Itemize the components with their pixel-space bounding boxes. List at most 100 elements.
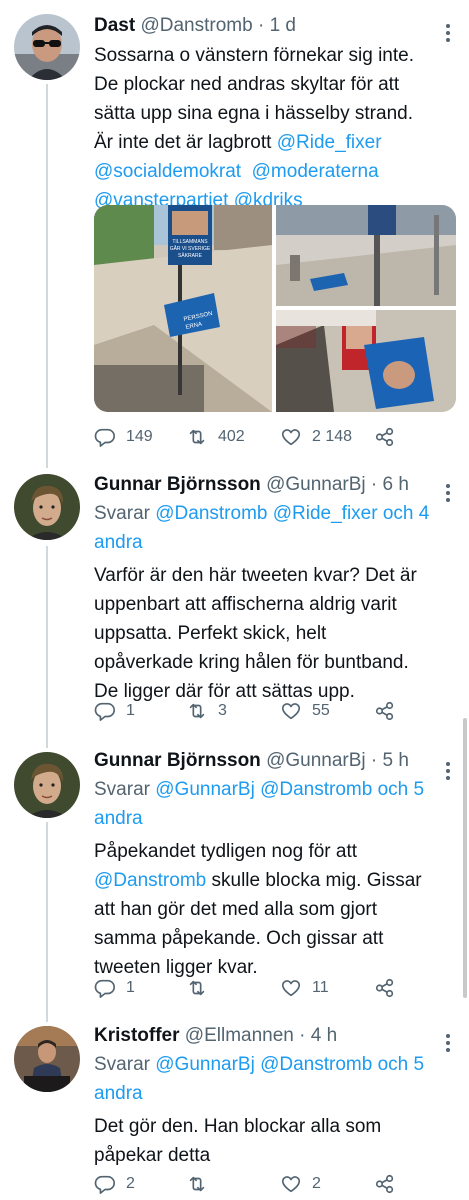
text-line: andra [94, 1079, 449, 1108]
handle[interactable]: @GunnarBj [266, 474, 366, 495]
mention-link[interactable]: @moderaterna [252, 161, 379, 182]
display-name[interactable]: Dast [94, 15, 135, 36]
share-button[interactable] [374, 699, 406, 723]
reply-button[interactable]: 2 [94, 1172, 135, 1196]
share-icon [375, 427, 394, 447]
more-icon[interactable] [445, 484, 451, 502]
text-line: Det gör den. Han blockar alla som [94, 1112, 449, 1141]
mention-link[interactable]: @Ride_fixer [277, 132, 382, 153]
text-line: Påpekandet tydligen nog för att [94, 837, 449, 866]
replying-to: Svarar @GunnarBj @Danstromb och 5 andra [94, 1050, 449, 1108]
text-segment: samma påpekande. Och gissar att [94, 928, 384, 949]
share-button[interactable] [374, 425, 406, 449]
reply-button[interactable]: 149 [94, 425, 153, 449]
text-line: att han gör det med alla som gjort [94, 895, 449, 924]
text-segment: Det gör den. Han blockar alla som [94, 1116, 382, 1137]
text-segment: sätta upp sina egna i hässelby strand. [94, 103, 413, 124]
tweet-text: Varför är den här tweeten kvar? Det är up… [94, 561, 449, 706]
text-segment: Svarar [94, 1054, 156, 1075]
media-grid[interactable]: TILLSAMMANS GÅR VI SVERIGE SÄKRARE PERSS… [94, 205, 456, 412]
share-button[interactable] [374, 1172, 406, 1196]
like-count: 2 148 [312, 428, 353, 445]
tweet-header: Gunnar Björnsson @GunnarBj · 6 h [94, 473, 449, 497]
text-line: Svarar @GunnarBj @Danstromb och 5 [94, 1050, 449, 1079]
tweet[interactable]: Gunnar Björnsson @GunnarBj · 6 h Svarar … [0, 462, 469, 738]
tweet[interactable]: Kristoffer @Ellmannen · 4 h Svarar @Gunn… [0, 1016, 469, 1200]
text-line: Är inte det är lagbrott @Ride_fixer [94, 128, 449, 157]
text-segment: Varför är den här tweeten kvar? Det är [94, 565, 417, 586]
reply-icon [94, 1175, 115, 1194]
display-name[interactable]: Gunnar Björnsson [94, 750, 261, 771]
tweet-text: Påpekandet tydligen nog för att @Danstrom… [94, 837, 449, 982]
mention-link[interactable]: andra [94, 1083, 143, 1104]
tweet-actions: 149 402 2 148 [94, 425, 404, 449]
mention-link[interactable]: andra [94, 532, 143, 553]
text-segment: Påpekandet tydligen nog för att [94, 841, 358, 862]
scrollbar[interactable] [463, 718, 467, 998]
share-icon [375, 978, 394, 998]
text-line: påpekar detta [94, 1141, 449, 1170]
retweet-button[interactable] [186, 976, 218, 1000]
text-segment [241, 161, 252, 182]
text-segment: tweeten ligger kvar. [94, 957, 258, 978]
mention-link[interactable]: @GunnarBj @Danstromb och 5 [155, 1054, 424, 1075]
tweet[interactable]: Gunnar Björnsson @GunnarBj · 5 h Svarar … [0, 740, 469, 1012]
retweet-button[interactable]: 3 [186, 699, 227, 723]
avatar[interactable] [14, 14, 80, 80]
retweet-button[interactable]: 402 [186, 425, 245, 449]
more-icon[interactable] [445, 24, 451, 42]
text-line: Varför är den här tweeten kvar? Det är [94, 561, 449, 590]
retweet-count: 3 [218, 702, 227, 719]
retweet-button[interactable] [186, 1172, 218, 1196]
timestamp[interactable]: · 4 h [299, 1025, 337, 1046]
mention-link[interactable]: @Danstromb @Ride_fixer och 4 [155, 503, 429, 524]
retweet-icon [189, 980, 205, 996]
text-line: uppsatta. Perfekt skick, helt [94, 619, 449, 648]
handle[interactable]: @GunnarBj [266, 750, 366, 771]
media-image-1: TILLSAMMANS GÅR VI SVERIGE SÄKRARE PERSS… [94, 205, 272, 412]
handle[interactable]: @Danstromb [140, 15, 252, 36]
avatar[interactable] [14, 752, 80, 818]
mention-link[interactable]: @socialdemokrat [94, 161, 241, 182]
avatar[interactable] [14, 474, 80, 540]
timestamp[interactable]: · 5 h [371, 750, 409, 771]
retweet-icon [189, 703, 205, 719]
text-segment: Är inte det är lagbrott [94, 132, 277, 153]
mention-link[interactable]: andra [94, 808, 143, 829]
like-icon [281, 1176, 301, 1193]
text-segment: opåverkade kring hålen för buntband. [94, 652, 409, 673]
like-button[interactable]: 2 148 [280, 425, 352, 449]
tweet-actions: 1 3 55 [94, 699, 404, 723]
display-name[interactable]: Kristoffer [94, 1025, 180, 1046]
reply-button[interactable]: 1 [94, 699, 135, 723]
share-button[interactable] [374, 976, 406, 1000]
mention-link[interactable]: @GunnarBj @Danstromb och 5 [155, 779, 424, 800]
text-line: samma påpekande. Och gissar att [94, 924, 449, 953]
timestamp[interactable]: · 6 h [371, 474, 409, 495]
avatar[interactable] [14, 1026, 80, 1092]
like-button[interactable]: 11 [280, 976, 329, 1000]
text-segment: Sossarna o vänstern förnekar sig inte. [94, 45, 415, 66]
text-line: Sossarna o vänstern förnekar sig inte. [94, 41, 449, 70]
like-icon [281, 703, 301, 720]
svg-text:GÅR VI SVERIGE: GÅR VI SVERIGE [170, 245, 211, 252]
like-icon [281, 980, 301, 997]
tweet[interactable]: Dast @Danstromb · 1 d Sossarna o vänster… [0, 0, 469, 460]
like-button[interactable]: 55 [280, 699, 330, 723]
display-name[interactable]: Gunnar Björnsson [94, 474, 261, 495]
text-line: opåverkade kring hålen för buntband. [94, 648, 449, 677]
handle[interactable]: @Ellmannen [185, 1025, 294, 1046]
text-line: Svarar @Danstromb @Ride_fixer och 4 [94, 499, 449, 528]
more-icon[interactable] [445, 762, 451, 780]
like-count: 55 [312, 702, 330, 719]
like-button[interactable]: 2 [280, 1172, 321, 1196]
more-icon[interactable] [445, 1034, 451, 1052]
media-image-2 [276, 205, 456, 306]
reply-count: 1 [126, 702, 135, 719]
reply-button[interactable]: 1 [94, 976, 135, 1000]
mention-link[interactable]: @Danstromb [94, 870, 206, 891]
timestamp[interactable]: · 1 d [258, 15, 296, 36]
tweet-header: Gunnar Björnsson @GunnarBj · 5 h [94, 749, 449, 773]
share-icon [375, 1174, 394, 1194]
text-segment: Svarar [94, 779, 156, 800]
